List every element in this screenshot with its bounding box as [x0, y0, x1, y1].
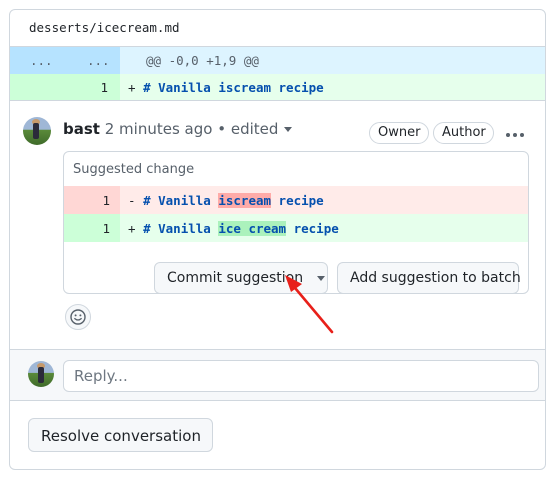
line-text: Vanilla iscream recipe: [158, 80, 324, 95]
diff-sign: -: [128, 193, 136, 208]
suggestion-added-line: 1 + # Vanilla ice cream recipe: [64, 214, 528, 242]
file-path[interactable]: desserts/icecream.md: [29, 20, 180, 35]
removed-word-highlight: iscream: [218, 193, 272, 208]
avatar-figure: [38, 367, 44, 383]
kebab-icon[interactable]: [506, 132, 527, 137]
line-code: + # Vanilla iscream recipe: [120, 74, 545, 100]
resolve-conversation-label: Resolve conversation: [41, 427, 201, 445]
smiley-icon: [70, 309, 86, 325]
line-gutter: 1: [64, 214, 120, 242]
file-path-header: desserts/icecream.md: [10, 10, 545, 47]
line-number: 1: [102, 221, 110, 236]
comment-timestamp[interactable]: 2 minutes ago: [105, 120, 213, 138]
md-hash: #: [143, 193, 151, 208]
md-hash: #: [143, 80, 151, 95]
avatar-figure: [33, 123, 39, 139]
diff-sign: +: [128, 80, 136, 95]
edited-label: edited: [230, 120, 279, 138]
caret-down-icon: [284, 127, 293, 132]
text-before: Vanilla: [158, 221, 219, 236]
reply-area: Reply...: [10, 349, 545, 401]
line-number: 1: [102, 193, 110, 208]
text-before: Vanilla: [158, 193, 219, 208]
add-to-batch-label: Add suggestion to batch: [350, 270, 521, 286]
reply-input[interactable]: Reply...: [63, 360, 539, 392]
suggested-change-title: Suggested change: [73, 162, 195, 177]
author-avatar[interactable]: [23, 117, 51, 145]
text-after: recipe: [271, 193, 324, 208]
hunk-right-expander[interactable]: ...: [87, 53, 110, 68]
owner-label: Owner: [369, 122, 429, 144]
author-label: Author: [433, 122, 494, 144]
diff-hunk-row: ... ... @@ -0,0 +1,9 @@: [10, 47, 545, 74]
comment-author[interactable]: bast: [63, 120, 100, 138]
add-reaction-button[interactable]: [65, 304, 91, 330]
meta-separator: •: [217, 120, 227, 138]
added-word-highlight: ice cream: [218, 221, 287, 236]
line-code: - # Vanilla iscream recipe: [120, 186, 528, 214]
line-gutter[interactable]: 1: [10, 74, 120, 100]
hunk-header: @@ -0,0 +1,9 @@: [120, 47, 545, 74]
suggestion-removed-line: 1 - # Vanilla iscream recipe: [64, 186, 528, 214]
add-to-batch-button[interactable]: Add suggestion to batch: [337, 262, 521, 293]
line-code: + # Vanilla ice cream recipe: [120, 214, 528, 242]
resolve-conversation-button[interactable]: Resolve conversation: [28, 418, 213, 452]
edited-dropdown[interactable]: edited: [231, 120, 293, 138]
current-user-avatar[interactable]: [28, 361, 54, 387]
md-hash: #: [143, 221, 151, 236]
diff-added-line: 1 + # Vanilla iscream recipe: [10, 74, 545, 101]
annotation-arrow: [285, 275, 334, 334]
comment-meta: bast 2 minutes ago • edited: [63, 120, 293, 138]
review-thread-card: desserts/icecream.md ... ... @@ -0,0 +1,…: [9, 9, 546, 470]
line-number: 1: [100, 80, 108, 95]
line-gutter: 1: [64, 186, 120, 214]
diff-sign: +: [128, 221, 136, 236]
hunk-left-expander[interactable]: ...: [30, 53, 53, 68]
text-after: recipe: [286, 221, 339, 236]
